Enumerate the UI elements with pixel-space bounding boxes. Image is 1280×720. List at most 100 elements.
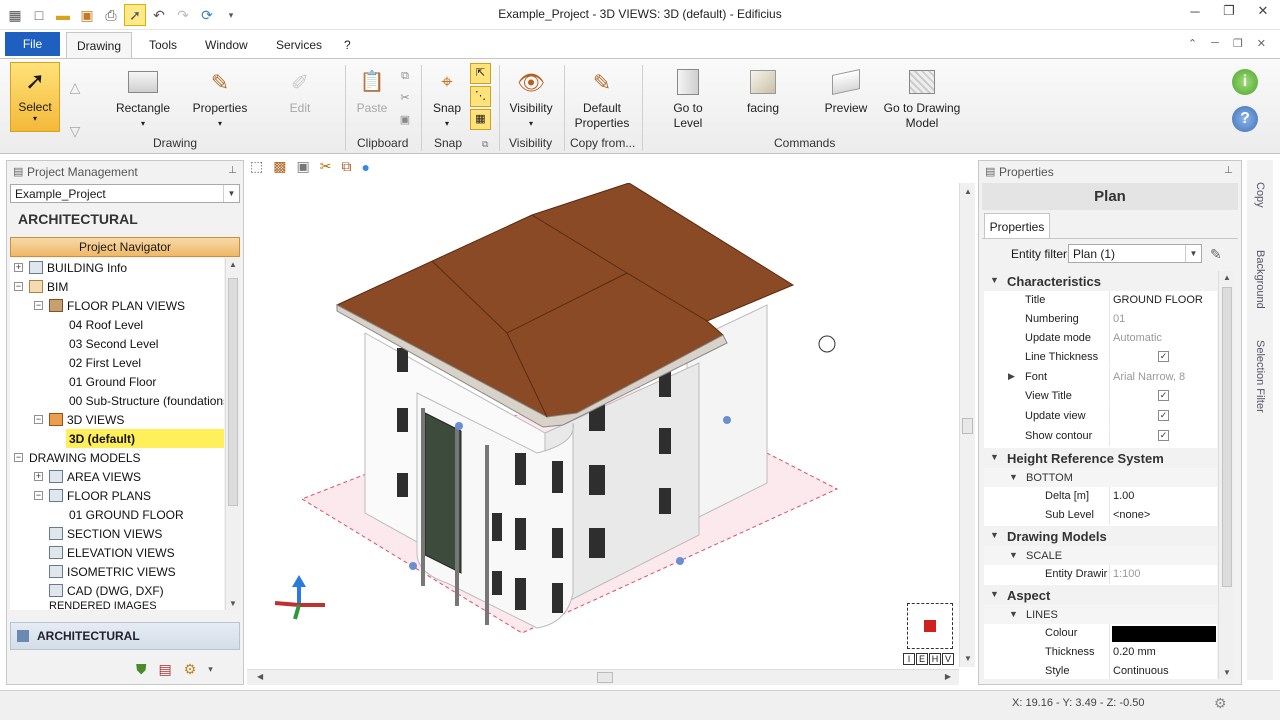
entity-filter-select[interactable]: Plan (1) ▼: [1068, 244, 1202, 263]
section-drawing-models[interactable]: ▼ Drawing Models: [984, 526, 1217, 546]
prop-update-view[interactable]: Update view ✓: [984, 407, 1217, 426]
properties-pin-icon[interactable]: ⊥: [1224, 165, 1233, 176]
architectural-footer-tab[interactable]: ARCHITECTURAL: [10, 622, 240, 650]
update-view-checkbox[interactable]: ✓: [1158, 410, 1169, 421]
copy-icon[interactable]: ⧉: [395, 65, 415, 87]
colour-swatch[interactable]: [1112, 626, 1216, 642]
side-tab-background[interactable]: Background: [1254, 250, 1266, 309]
3d-viewport[interactable]: I E H V: [247, 183, 959, 667]
settings-gear-icon[interactable]: ⚙: [184, 661, 197, 678]
tree-item-ground-floor[interactable]: 01 Ground Floor: [69, 372, 156, 391]
tree-item-3d-views[interactable]: −3D VIEWS: [34, 410, 124, 429]
tree-item-area-views[interactable]: + AREA VIEWS: [34, 467, 141, 486]
copy-format-icon[interactable]: ▣: [395, 109, 415, 131]
tab-services[interactable]: Services: [266, 32, 332, 58]
prop-title[interactable]: Title GROUND FLOOR: [984, 291, 1217, 310]
show-contour-checkbox[interactable]: ✓: [1158, 430, 1169, 441]
view-title-checkbox[interactable]: ✓: [1158, 390, 1169, 401]
tree-item-cad[interactable]: CAD (DWG, DXF): [49, 581, 164, 600]
prop-entity-drawing[interactable]: Entity Drawir 1:100: [984, 565, 1217, 584]
canvas-horizontal-scrollbar[interactable]: ◀ ▶: [247, 669, 959, 685]
select-button[interactable]: ➚ Select ▾: [10, 62, 60, 132]
section-aspect[interactable]: ▼ Aspect: [984, 585, 1217, 605]
report-icon[interactable]: ▤: [159, 661, 172, 678]
zoom-window-icon[interactable]: ▣: [296, 158, 309, 175]
tree-item-floor-plans[interactable]: − FLOOR PLANS: [34, 486, 151, 505]
tree-item-rendered-images[interactable]: RENDERED IMAGES: [49, 600, 157, 610]
visibility-button[interactable]: 👁 Visibility ▾: [504, 67, 558, 131]
subsection-scale[interactable]: ▼ SCALE: [984, 546, 1217, 565]
help-icon[interactable]: ?: [1232, 106, 1258, 132]
tree-item-drawing-models[interactable]: − DRAWING MODELS: [14, 448, 141, 467]
pin-icon[interactable]: ⊥: [228, 165, 237, 176]
prop-view-title[interactable]: View Title ✓: [984, 387, 1217, 406]
view-h-button[interactable]: H: [929, 653, 941, 665]
tree-scrollbar[interactable]: ▲ ▼: [225, 258, 240, 610]
property-grid-scrollbar[interactable]: ▲ ▼: [1218, 271, 1234, 679]
doc-minimize-icon[interactable]: ─: [1211, 37, 1219, 50]
cut-plane-icon[interactable]: ✂: [320, 158, 332, 175]
render-mode-icon[interactable]: ▩: [273, 158, 286, 175]
tree-item-3d-default[interactable]: 3D (default): [66, 429, 224, 448]
info-icon[interactable]: i: [1232, 69, 1258, 95]
tree-item-roof-level[interactable]: 04 Roof Level: [69, 315, 143, 334]
default-properties-button[interactable]: ✎ Default Properties: [568, 67, 636, 131]
prop-style[interactable]: Style Continuous: [984, 662, 1217, 679]
grip-point[interactable]: [676, 557, 684, 565]
paste-button[interactable]: 📋 Paste: [352, 67, 392, 116]
grip-point[interactable]: [409, 562, 417, 570]
prop-update-mode[interactable]: Update mode Automatic: [984, 329, 1217, 348]
snap-dialog-launcher-icon[interactable]: ⧉: [482, 139, 488, 150]
line-thickness-checkbox[interactable]: ✓: [1158, 351, 1169, 362]
properties-tab[interactable]: Properties: [984, 213, 1050, 239]
grip-point[interactable]: [723, 416, 731, 424]
properties-button[interactable]: ✎ Properties ▾: [190, 67, 250, 131]
section-characteristics[interactable]: ▼ Characteristics: [984, 271, 1217, 291]
file-menu[interactable]: File: [5, 32, 60, 56]
tree-scroll-thumb[interactable]: [228, 278, 238, 506]
tree-item-building-info[interactable]: + BUILDING Info: [14, 258, 127, 277]
subsection-lines[interactable]: ▼ LINES: [984, 605, 1217, 624]
prop-colour[interactable]: Colour: [984, 624, 1217, 643]
status-tool-icon[interactable]: ⚙: [1214, 695, 1227, 712]
doc-close-icon[interactable]: ✕: [1257, 37, 1266, 50]
subsection-bottom[interactable]: ▼ BOTTOM: [984, 468, 1217, 487]
tree-item-floor-plan-views[interactable]: − FLOOR PLAN VIEWS: [34, 296, 185, 315]
preview-button[interactable]: Preview: [820, 67, 872, 116]
canvas-vertical-scrollbar[interactable]: ▲ ▼: [959, 183, 975, 667]
snap-grid-icon[interactable]: ▦: [470, 109, 491, 130]
prop-sub-level[interactable]: Sub Level <none>: [984, 506, 1217, 525]
filter-edit-icon[interactable]: ✎: [1210, 246, 1222, 263]
snap-button[interactable]: ⌖ Snap ▾: [428, 67, 466, 131]
tab-window[interactable]: Window: [195, 32, 258, 58]
facing-button[interactable]: facing: [735, 67, 791, 116]
prop-thickness[interactable]: Thickness 0.20 mm: [984, 643, 1217, 662]
minimize-icon[interactable]: ─: [1178, 0, 1212, 22]
tree-item-isometric-views[interactable]: ISOMETRIC VIEWS: [49, 562, 176, 581]
tab-help[interactable]: ?: [334, 32, 361, 58]
layers-icon[interactable]: ⧉: [341, 158, 351, 175]
restore-icon[interactable]: ❐: [1212, 0, 1246, 22]
grip-point[interactable]: [455, 422, 463, 430]
side-tab-selection-filter[interactable]: Selection Filter: [1254, 340, 1266, 413]
cut-icon[interactable]: ✂: [395, 87, 415, 109]
more-dropdown-icon[interactable]: ▾: [208, 664, 213, 678]
prop-font[interactable]: ▶ Font Arial Narrow, 8: [984, 368, 1217, 387]
project-navigator-bar[interactable]: Project Navigator: [10, 237, 240, 257]
globe-icon[interactable]: ●: [361, 159, 369, 175]
edit-button[interactable]: ✐ Edit: [272, 67, 328, 116]
prop-show-contour[interactable]: Show contour ✓: [984, 427, 1217, 446]
tree-item-second-level[interactable]: 03 Second Level: [69, 334, 158, 353]
close-icon[interactable]: ✕: [1246, 0, 1280, 22]
canvas-vscroll-thumb[interactable]: [962, 418, 973, 434]
go-to-drawing-model-button[interactable]: Go to Drawing Model: [880, 67, 964, 131]
canvas-hscroll-thumb[interactable]: [597, 672, 613, 683]
shield-icon[interactable]: ⛊: [136, 661, 147, 678]
doc-restore-icon[interactable]: ❐: [1233, 37, 1243, 50]
tree-item-first-level[interactable]: 02 First Level: [69, 353, 141, 372]
tree-item-elevation-views[interactable]: ELEVATION VIEWS: [49, 543, 175, 562]
zoom-extents-icon[interactable]: ⬚: [250, 158, 263, 175]
tree-item-section-views[interactable]: SECTION VIEWS: [49, 524, 162, 543]
scroll-arrows-icon[interactable]: △ ▽: [66, 65, 84, 153]
rectangle-button[interactable]: Rectangle ▾: [112, 67, 174, 131]
